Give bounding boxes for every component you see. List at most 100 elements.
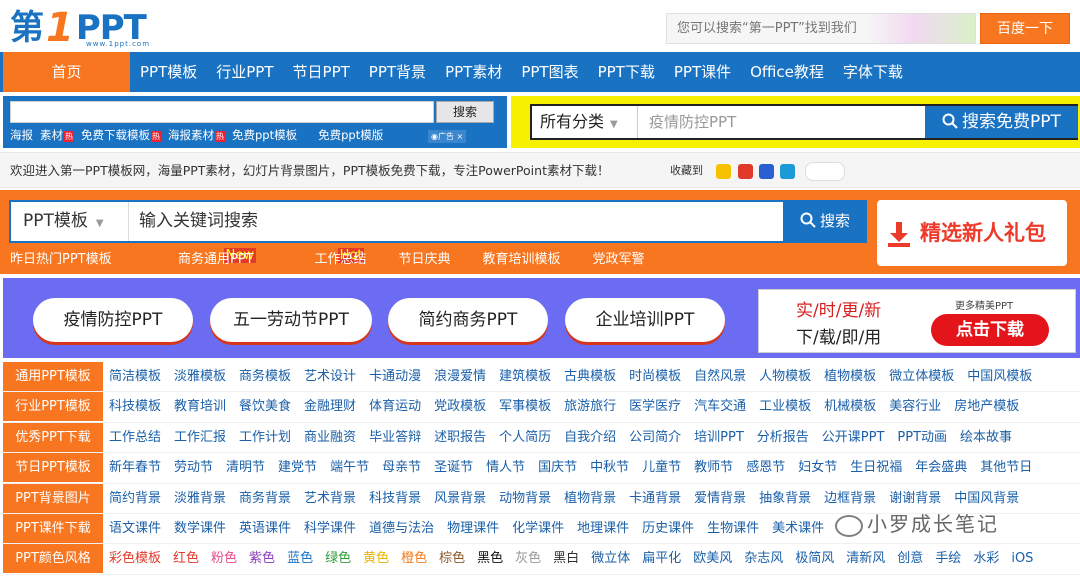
category-label[interactable]: 节日PPT模板 bbox=[3, 453, 103, 483]
category-label[interactable]: 通用PPT模板 bbox=[3, 362, 103, 391]
category-link[interactable]: 杂志风 bbox=[744, 544, 783, 573]
category-link[interactable]: 商业融资 bbox=[304, 423, 356, 452]
category-link[interactable]: 绿色 bbox=[325, 544, 351, 573]
category-link[interactable]: 房地产模板 bbox=[954, 392, 1019, 421]
category-link[interactable]: 个人简历 bbox=[499, 423, 551, 452]
category-link[interactable]: 公司简介 bbox=[629, 423, 681, 452]
category-link[interactable]: 风景背景 bbox=[434, 484, 486, 513]
category-link[interactable]: 时尚模板 bbox=[629, 362, 681, 391]
baidu-link[interactable]: 海报 bbox=[10, 127, 33, 143]
baidu-link[interactable]: 免费ppt模板 bbox=[232, 127, 297, 143]
category-link[interactable]: 灰色 bbox=[515, 544, 541, 573]
category-link[interactable]: 党政模板 bbox=[434, 392, 486, 421]
free-search-input[interactable]: 疫情防控PPT bbox=[649, 106, 736, 138]
category-link[interactable]: 艺术设计 bbox=[304, 362, 356, 391]
category-link[interactable]: 橙色 bbox=[401, 544, 427, 573]
category-link[interactable]: 分析报告 bbox=[757, 423, 809, 452]
category-link[interactable]: 中秋节 bbox=[590, 453, 629, 482]
nav-item[interactable]: 行业PPT bbox=[216, 52, 273, 92]
category-link[interactable]: 商务背景 bbox=[239, 484, 291, 513]
category-link[interactable]: 其他节日 bbox=[980, 453, 1032, 482]
category-link[interactable]: 科技模板 bbox=[109, 392, 161, 421]
category-link[interactable]: 圣诞节 bbox=[434, 453, 473, 482]
top-search-input[interactable] bbox=[667, 14, 975, 43]
category-link[interactable]: 劳动节 bbox=[174, 453, 213, 482]
category-link[interactable]: 历史课件 bbox=[642, 514, 694, 543]
category-link[interactable]: 年会盛典 bbox=[915, 453, 967, 482]
category-link[interactable]: iOS bbox=[1011, 544, 1033, 573]
nav-item[interactable]: PPT素材 bbox=[445, 52, 502, 92]
baidu-search-submit[interactable]: 搜索 bbox=[436, 101, 494, 123]
hot-link[interactable]: 商务通用PPT Hot bbox=[178, 248, 365, 270]
category-link[interactable]: 植物模板 bbox=[824, 362, 876, 391]
baidu-search-button[interactable]: 百度一下 bbox=[980, 13, 1070, 44]
category-link[interactable]: 创意 bbox=[897, 544, 923, 573]
close-icon[interactable]: × bbox=[454, 132, 464, 141]
category-link[interactable]: 人物模板 bbox=[759, 362, 811, 391]
nav-item[interactable]: Office教程 bbox=[750, 52, 824, 92]
nav-item[interactable]: PPT背景 bbox=[369, 52, 426, 92]
category-link[interactable]: 旅游旅行 bbox=[564, 392, 616, 421]
category-link[interactable]: 建党节 bbox=[278, 453, 317, 482]
category-label[interactable]: 优秀PPT下载 bbox=[3, 422, 103, 452]
category-link[interactable]: 手绘 bbox=[935, 544, 961, 573]
nav-item[interactable]: PPT图表 bbox=[521, 52, 578, 92]
category-link[interactable]: PPT动画 bbox=[897, 423, 947, 452]
category-link[interactable]: 淡雅模板 bbox=[174, 362, 226, 391]
category-link[interactable]: 感恩节 bbox=[746, 453, 785, 482]
category-link[interactable]: 工业模板 bbox=[759, 392, 811, 421]
category-label[interactable]: PPT课件下载 bbox=[3, 513, 103, 543]
category-link[interactable]: 商务模板 bbox=[239, 362, 291, 391]
category-link[interactable]: 浪漫爱情 bbox=[434, 362, 486, 391]
category-link[interactable]: 棕色 bbox=[439, 544, 465, 573]
category-link[interactable]: 绘本故事 bbox=[960, 423, 1012, 452]
category-link[interactable]: 中国风模板 bbox=[967, 362, 1032, 391]
category-link[interactable]: 黑白 bbox=[553, 544, 579, 573]
category-link[interactable]: 水彩 bbox=[973, 544, 999, 573]
category-link[interactable]: 金融理财 bbox=[304, 392, 356, 421]
category-link[interactable]: 餐饮美食 bbox=[239, 392, 291, 421]
category-link[interactable]: 科技背景 bbox=[369, 484, 421, 513]
category-link[interactable]: 公开课PPT bbox=[822, 423, 885, 452]
category-link[interactable]: 儿童节 bbox=[642, 453, 681, 482]
hot-link[interactable]: 工作总结 bbox=[314, 250, 366, 270]
nav-item[interactable]: PPT下载 bbox=[598, 52, 655, 92]
category-link[interactable]: 数学课件 bbox=[174, 514, 226, 543]
nav-item[interactable]: PPT课件 bbox=[674, 52, 731, 92]
category-link[interactable]: 微立体 bbox=[591, 544, 630, 573]
download-ad[interactable]: 实/时/更/新 下/载/即/用 更多精美PPT 点击下载 bbox=[758, 289, 1076, 353]
category-link[interactable]: 爱情背景 bbox=[694, 484, 746, 513]
category-link[interactable]: 新年春节 bbox=[109, 453, 161, 482]
hot-link[interactable]: 节日庆典 bbox=[398, 250, 450, 270]
category-link[interactable]: 教育培训 bbox=[174, 392, 226, 421]
bookmark-icon[interactable] bbox=[738, 164, 753, 179]
category-link[interactable]: 极简风 bbox=[795, 544, 834, 573]
category-link[interactable]: 语文课件 bbox=[109, 514, 161, 543]
category-link[interactable]: 培训PPT bbox=[694, 423, 744, 452]
category-link[interactable]: 教师节 bbox=[694, 453, 733, 482]
main-category-select[interactable]: PPT模板 ▼ bbox=[23, 202, 104, 243]
category-link[interactable]: 自然风景 bbox=[694, 362, 746, 391]
category-link[interactable]: 情人节 bbox=[486, 453, 525, 482]
category-link[interactable]: 工作汇报 bbox=[174, 423, 226, 452]
site-logo[interactable]: 第 1 PPT www.1ppt.com bbox=[10, 6, 149, 48]
category-link[interactable]: 医学医疗 bbox=[629, 392, 681, 421]
category-link[interactable]: 动物背景 bbox=[499, 484, 551, 513]
top-search-field[interactable] bbox=[666, 13, 976, 44]
baidu-link[interactable]: 素材热 bbox=[40, 127, 74, 143]
category-link[interactable]: 国庆节 bbox=[538, 453, 577, 482]
nav-home[interactable]: 首页 bbox=[3, 52, 130, 92]
qzone-star-icon[interactable] bbox=[716, 164, 731, 179]
category-link[interactable]: 化学课件 bbox=[512, 514, 564, 543]
category-link[interactable]: 淡雅背景 bbox=[174, 484, 226, 513]
main-search-input[interactable]: 输入关键词搜索 bbox=[139, 202, 258, 241]
category-link[interactable]: 欧美风 bbox=[693, 544, 732, 573]
baidu-paw-icon[interactable] bbox=[759, 164, 774, 179]
category-link[interactable]: 工作总结 bbox=[109, 423, 161, 452]
share-icon[interactable] bbox=[780, 164, 795, 179]
category-link[interactable]: 简约背景 bbox=[109, 484, 161, 513]
category-link[interactable]: 汽车交通 bbox=[694, 392, 746, 421]
baidu-link[interactable]: 免费下载模板热 bbox=[81, 127, 161, 143]
category-link[interactable]: 黑色 bbox=[477, 544, 503, 573]
category-link[interactable]: 道德与法治 bbox=[369, 514, 434, 543]
